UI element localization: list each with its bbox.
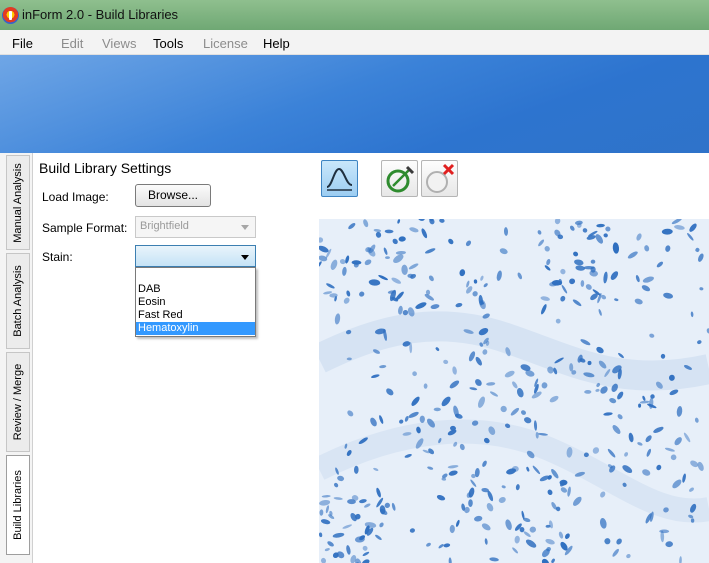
chevron-down-icon [241, 255, 249, 260]
clear-region-button[interactable] [421, 160, 458, 197]
window-title: inForm 2.0 - Build Libraries [22, 7, 179, 22]
app-logo-icon [2, 7, 19, 24]
menu-bar: File Edit Views Tools License Help [0, 30, 709, 55]
stain-label: Stain: [42, 250, 73, 264]
nucleus [551, 280, 562, 286]
tab-batch-analysis-label: Batch Analysis [12, 265, 24, 337]
browse-button[interactable]: Browse... [135, 184, 211, 207]
menu-edit[interactable]: Edit [61, 36, 83, 51]
menu-file[interactable]: File [12, 36, 33, 51]
tissue-image-viewer[interactable] [319, 219, 709, 563]
tab-review-merge[interactable]: Review / Merge [6, 352, 30, 452]
spectrum-curve-icon [326, 167, 353, 191]
stain-dropdown-list: DAB Eosin Fast Red Hematoxylin [135, 267, 256, 337]
sample-format-select[interactable]: Brightfield [135, 216, 256, 238]
clear-region-icon [426, 163, 455, 193]
menu-license[interactable]: License [203, 36, 248, 51]
stain-option-dab[interactable]: DAB [136, 283, 255, 296]
menu-tools[interactable]: Tools [153, 36, 183, 51]
nucleus [519, 527, 525, 533]
panel-title: Build Library Settings [39, 160, 172, 176]
banner-divider [0, 153, 709, 155]
nucleus [690, 518, 695, 523]
nucleus [419, 415, 425, 424]
draw-region-icon [386, 165, 415, 193]
menu-help[interactable]: Help [263, 36, 290, 51]
sample-format-label: Sample Format: [42, 221, 128, 235]
stain-select[interactable] [135, 245, 256, 267]
tab-build-libraries-label: Build Libraries [12, 470, 24, 540]
tab-batch-analysis[interactable]: Batch Analysis [6, 253, 30, 349]
load-image-label: Load Image: [42, 190, 109, 204]
tab-manual-analysis[interactable]: Manual Analysis [6, 155, 30, 250]
chevron-down-icon [241, 225, 249, 230]
sample-format-value: Brightfield [140, 220, 189, 232]
nucleus [385, 256, 390, 259]
tab-build-libraries[interactable]: Build Libraries [6, 455, 30, 555]
vertical-tab-strip: Manual Analysis Batch Analysis Review / … [0, 153, 33, 563]
title-bar: inForm 2.0 - Build Libraries [0, 0, 709, 30]
tab-review-merge-label: Review / Merge [12, 363, 24, 441]
stain-option-hematoxylin[interactable]: Hematoxylin [136, 322, 255, 335]
draw-region-button[interactable] [381, 160, 418, 197]
stain-option-eosin[interactable]: Eosin [136, 296, 255, 309]
header-banner [0, 55, 709, 155]
spectrum-curve-button[interactable] [321, 160, 358, 197]
nucleus [433, 407, 441, 412]
stain-option-fast-red[interactable]: Fast Red [136, 309, 255, 322]
menu-views[interactable]: Views [102, 36, 136, 51]
tissue-image [319, 219, 709, 563]
nucleus [583, 266, 595, 270]
tab-manual-analysis-label: Manual Analysis [12, 162, 24, 243]
